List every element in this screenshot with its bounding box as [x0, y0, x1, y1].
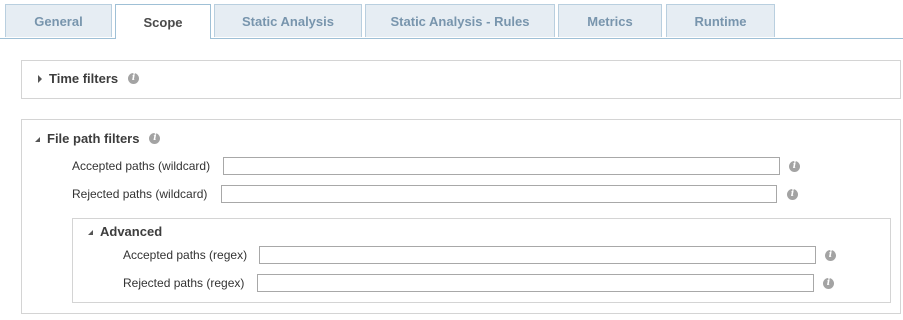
- expand-arrow-icon: [38, 74, 42, 83]
- accepted-wildcard-label: Accepted paths (wildcard): [72, 159, 211, 173]
- tab-runtime[interactable]: Runtime: [666, 4, 775, 37]
- accepted-wildcard-input[interactable]: [223, 157, 780, 175]
- file-path-filters-header[interactable]: File path filters i: [35, 131, 161, 146]
- time-filters-title: Time filters: [49, 71, 119, 86]
- file-path-filters-panel: File path filters i Accepted paths (wild…: [21, 119, 901, 314]
- accepted-regex-input[interactable]: [259, 246, 816, 264]
- info-icon[interactable]: i: [789, 161, 800, 172]
- rejected-wildcard-label: Rejected paths (wildcard): [72, 187, 208, 201]
- tab-general[interactable]: General: [5, 4, 112, 37]
- tab-metrics[interactable]: Metrics: [558, 4, 662, 37]
- tab-static-analysis-rules[interactable]: Static Analysis - Rules: [365, 4, 555, 37]
- info-icon[interactable]: i: [149, 133, 161, 144]
- collapse-arrow-icon: [35, 137, 40, 142]
- rejected-regex-label: Rejected paths (regex): [123, 276, 245, 290]
- advanced-title: Advanced: [100, 224, 163, 239]
- tab-static-analysis[interactable]: Static Analysis: [214, 4, 362, 37]
- time-filters-panel: Time filters i: [21, 60, 901, 99]
- info-icon[interactable]: i: [128, 73, 140, 84]
- file-path-filters-title: File path filters: [47, 131, 140, 146]
- accepted-regex-label: Accepted paths (regex): [123, 248, 248, 262]
- rejected-regex-input[interactable]: [257, 274, 814, 292]
- rejected-wildcard-input[interactable]: [221, 185, 777, 203]
- info-icon[interactable]: i: [823, 278, 834, 289]
- advanced-header[interactable]: Advanced: [88, 224, 162, 239]
- tab-bar: General Scope Static Analysis Static Ana…: [0, 0, 903, 39]
- advanced-panel: Advanced Accepted paths (regex) i Reject…: [72, 218, 891, 303]
- time-filters-header[interactable]: Time filters i: [38, 71, 140, 86]
- collapse-arrow-icon: [88, 230, 93, 235]
- info-icon[interactable]: i: [825, 250, 836, 261]
- info-icon[interactable]: i: [787, 189, 798, 200]
- tab-scope[interactable]: Scope: [115, 4, 211, 39]
